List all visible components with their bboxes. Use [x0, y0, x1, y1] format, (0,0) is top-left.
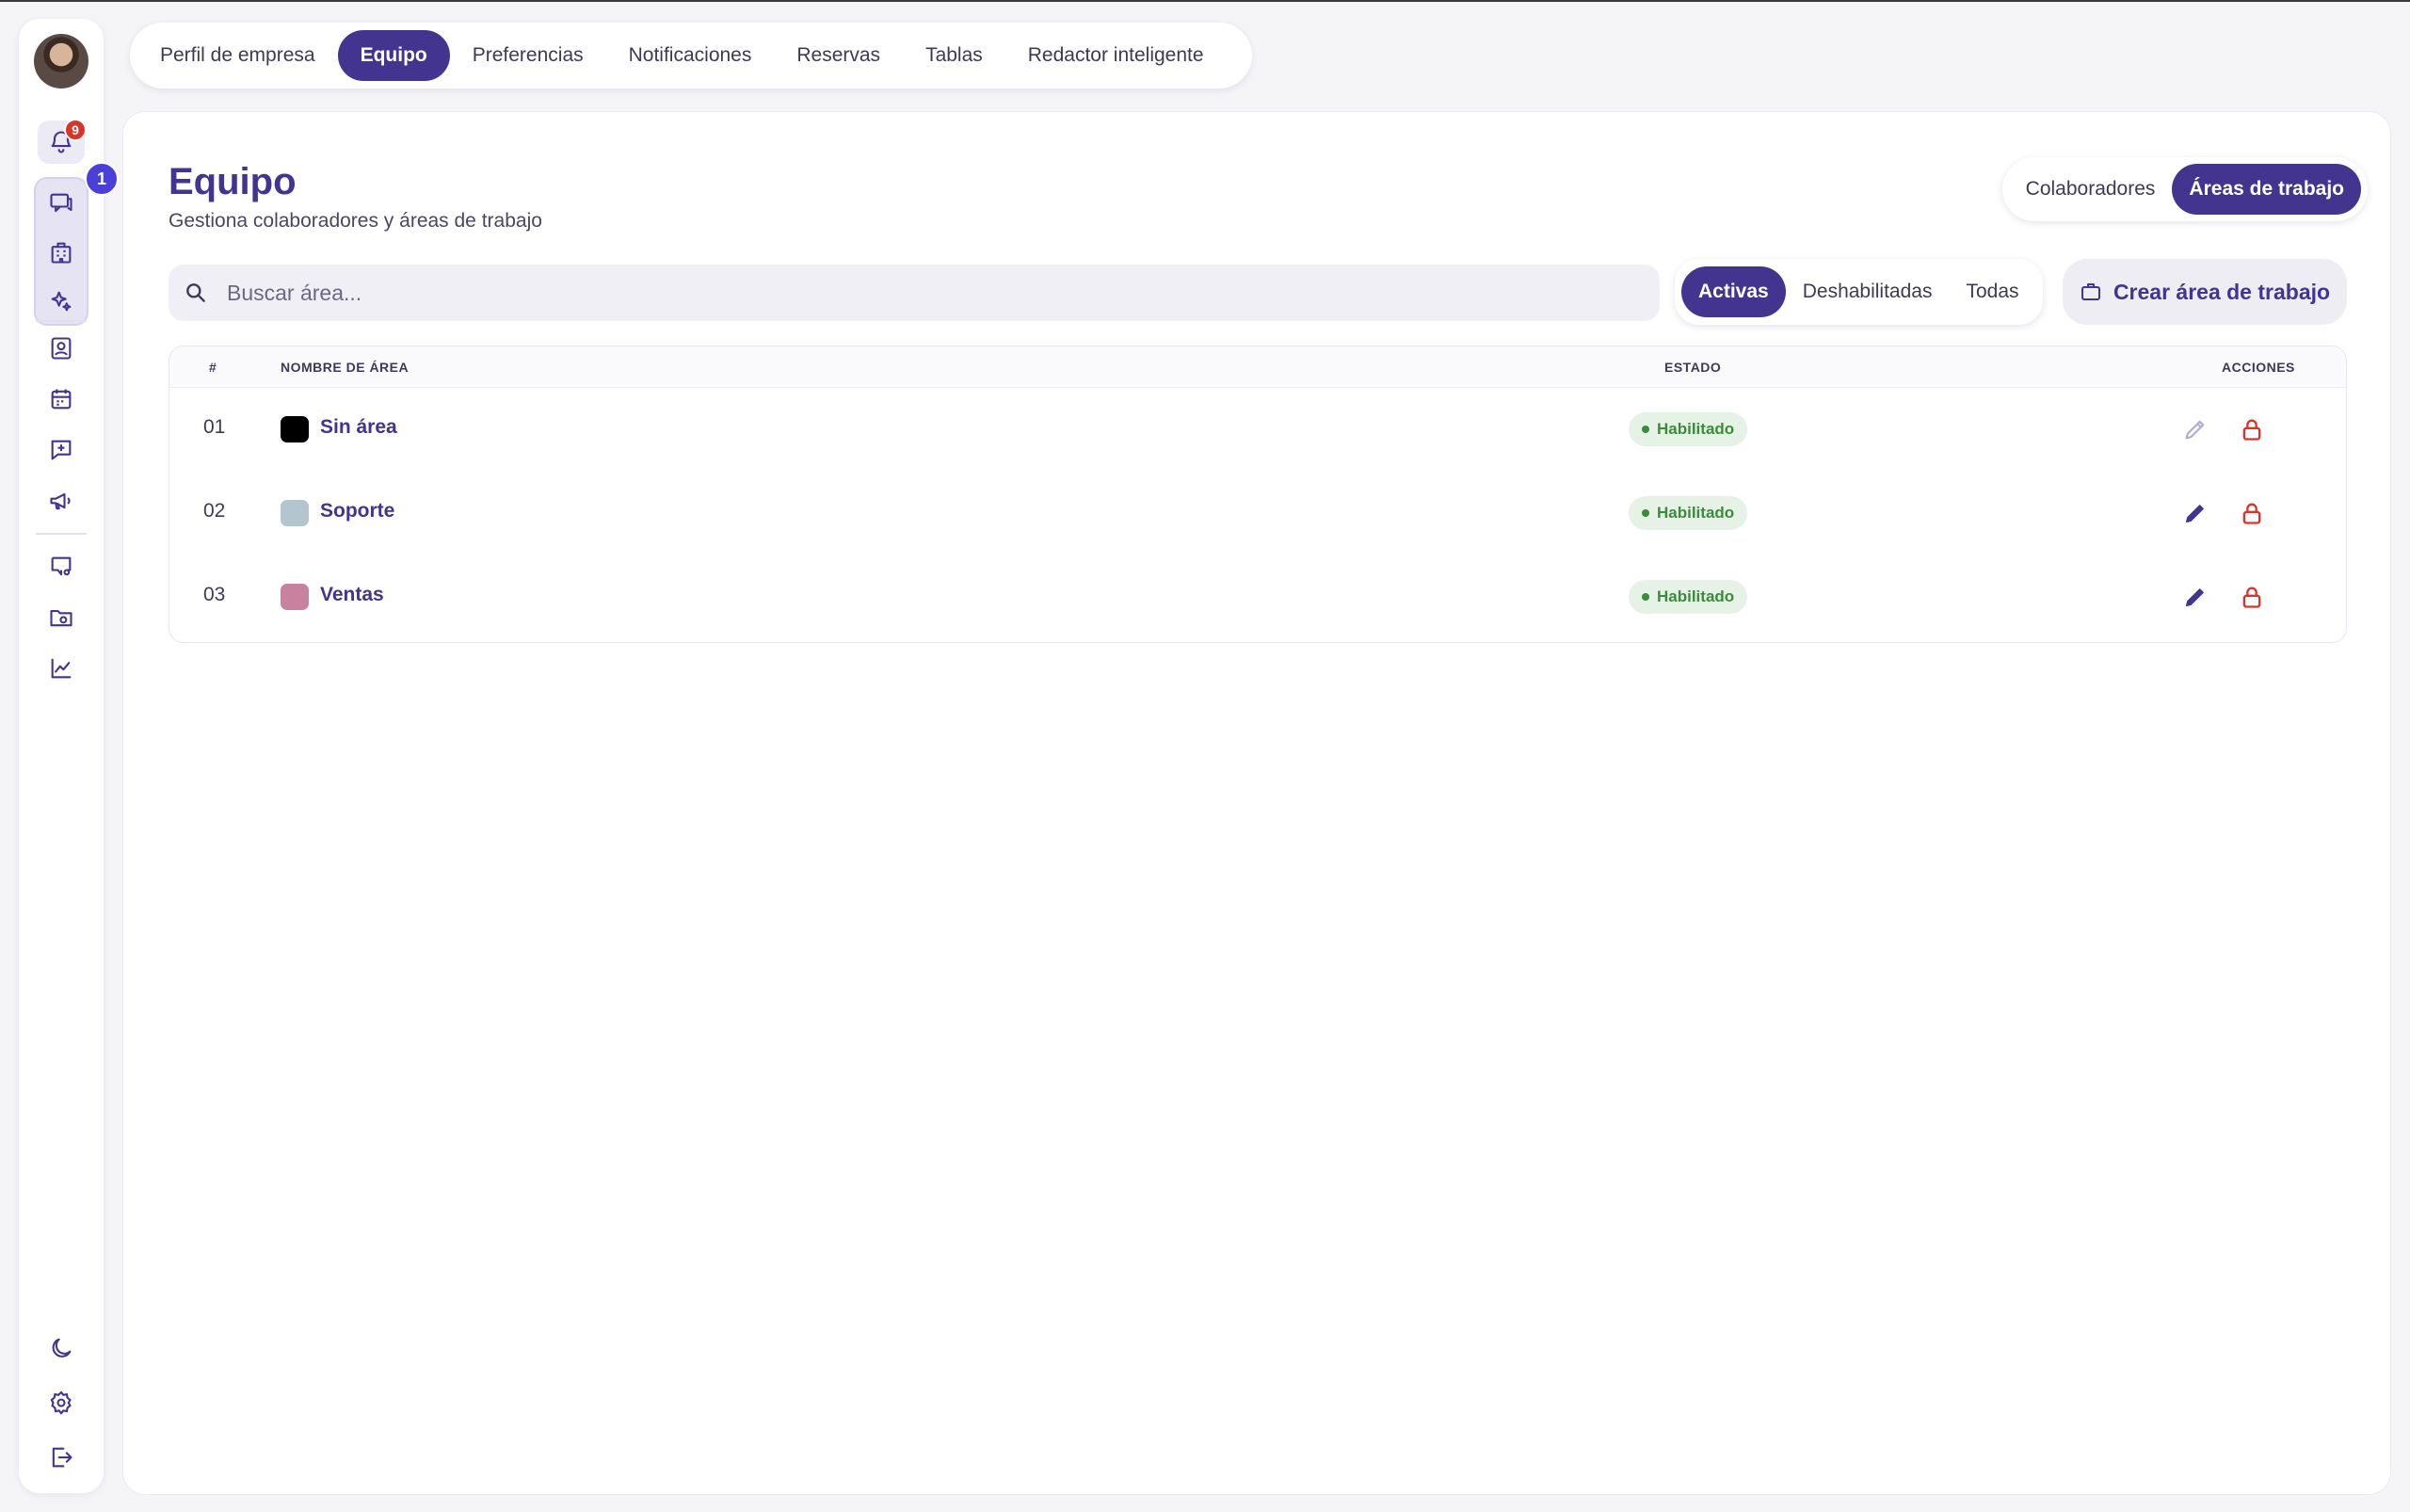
status-dot [1642, 509, 1649, 517]
area-name: Sin área [320, 416, 397, 438]
filter-activas[interactable]: Activas [1681, 266, 1786, 317]
monitor-chat-icon[interactable] [42, 548, 80, 586]
column-header-actions: ACCIONES [2222, 360, 2295, 375]
search-icon [186, 283, 205, 302]
sidebar-divider [36, 533, 87, 535]
colaboradores-toggle[interactable]: Colaboradores [2009, 164, 2173, 215]
pencil-icon [2185, 505, 2204, 523]
filter-deshabilitadas[interactable]: Deshabilitadas [1786, 266, 1950, 317]
area-color-swatch [281, 500, 309, 526]
main-panel: Equipo Gestiona colaboradores y áreas de… [122, 111, 2391, 1495]
megaphone-icon[interactable] [42, 482, 80, 520]
status-text: Habilitado [1657, 420, 1735, 438]
tab-preferencias[interactable]: Preferencias [450, 30, 606, 81]
logout-icon[interactable] [42, 1439, 80, 1476]
tab-tablas[interactable]: Tablas [903, 30, 1005, 81]
chat-icon[interactable] [42, 185, 80, 222]
view-toggle: Colaboradores Áreas de trabajo [2001, 157, 2368, 221]
row-number: 02 [203, 500, 226, 522]
pencil-icon [2185, 420, 2205, 440]
sidebar: 9 1 [19, 19, 119, 1493]
message-plus-icon[interactable] [42, 431, 80, 469]
briefcase-icon [2081, 283, 2100, 300]
status-filter: Activas Deshabilitadas Todas [1675, 259, 2043, 325]
area-color-swatch [281, 416, 309, 442]
areas-de-trabajo-toggle[interactable]: Áreas de trabajo [2172, 164, 2361, 215]
status-badge: Habilitado [1629, 580, 1748, 614]
avatar[interactable] [34, 34, 88, 88]
sparkles-icon[interactable] [42, 282, 80, 320]
status-dot [1642, 593, 1649, 601]
lock-icon [2242, 587, 2261, 608]
edit-button[interactable] [2180, 582, 2210, 612]
column-header-number: # [209, 360, 217, 375]
moon-icon[interactable] [42, 1329, 80, 1367]
tab-perfil-de-empresa[interactable]: Perfil de empresa [137, 30, 338, 81]
row-number: 03 [203, 584, 226, 605]
column-header-name: NOMBRE DE ÁREA [281, 360, 410, 375]
tab-equipo[interactable]: Equipo [337, 30, 450, 81]
status-badge: Habilitado [1629, 412, 1748, 446]
lock-button[interactable] [2237, 498, 2267, 528]
notifications-count-badge: 9 [64, 119, 87, 141]
sidebar-main-group [34, 177, 88, 326]
building-icon[interactable] [42, 233, 80, 271]
edit-button[interactable] [2180, 498, 2210, 528]
search-bar [169, 265, 1660, 321]
status-text: Habilitado [1657, 587, 1735, 605]
tab-notificaciones[interactable]: Notificaciones [606, 30, 775, 81]
status-badge: Habilitado [1629, 496, 1748, 530]
calendar-icon[interactable] [42, 380, 80, 418]
tab-redactor-inteligente[interactable]: Redactor inteligente [1005, 30, 1227, 81]
sidebar-divider [36, 320, 87, 322]
status-text: Habilitado [1657, 504, 1735, 522]
table-header: # NOMBRE DE ÁREA ESTADO ACCIONES [169, 346, 2346, 388]
area-name: Soporte [320, 500, 395, 522]
lock-icon [2242, 503, 2261, 524]
lock-button[interactable] [2237, 414, 2267, 444]
page-subtitle: Gestiona colaboradores y áreas de trabaj… [169, 210, 542, 232]
column-header-status: ESTADO [1664, 360, 1722, 375]
lock-button[interactable] [2237, 582, 2267, 612]
page-title: Equipo [169, 161, 297, 202]
create-area-label: Crear área de trabajo [2113, 279, 2331, 304]
table-row[interactable]: 03 Ventas Habilitado [169, 555, 2346, 638]
folder-icon[interactable] [42, 599, 80, 636]
create-area-button[interactable]: Crear área de trabajo [2063, 259, 2347, 325]
table-row[interactable]: 02 Soporte Habilitado [169, 472, 2346, 555]
area-color-swatch [281, 584, 309, 610]
messages-count-badge: 1 [85, 162, 119, 196]
filter-todas[interactable]: Todas [1949, 266, 2035, 317]
tab-reservas[interactable]: Reservas [774, 30, 903, 81]
row-number: 01 [203, 416, 226, 438]
gear-icon[interactable] [42, 1384, 80, 1422]
contact-icon[interactable] [42, 330, 80, 367]
area-name: Ventas [320, 584, 384, 605]
edit-button[interactable] [2180, 414, 2210, 444]
lock-icon [2242, 419, 2261, 441]
areas-table: # NOMBRE DE ÁREA ESTADO ACCIONES 01 Sin … [169, 346, 2347, 643]
search-input[interactable] [225, 279, 1543, 307]
table-row[interactable]: 01 Sin área Habilitado [169, 388, 2346, 471]
chart-icon[interactable] [42, 650, 80, 687]
window-top-border [0, 0, 2410, 2]
status-dot [1642, 426, 1649, 433]
pencil-icon [2185, 588, 2204, 607]
settings-tabs: Perfil de empresa Equipo Preferencias No… [130, 23, 1252, 88]
